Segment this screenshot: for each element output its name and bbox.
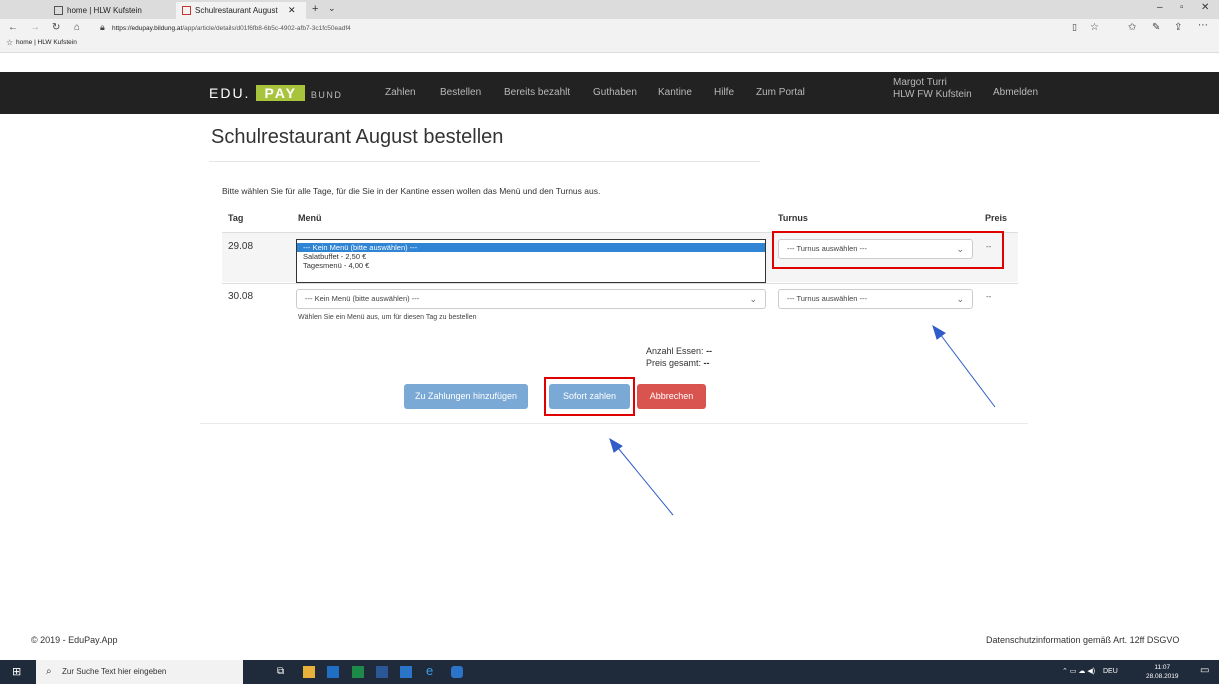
clock-date: 28.08.2019	[1146, 673, 1179, 680]
outlook-icon[interactable]	[327, 666, 339, 678]
clock[interactable]: 11:07 28.08.2019	[1146, 663, 1179, 681]
search-icon: ⌕	[46, 666, 52, 677]
taskbar-search[interactable]: ⌕ Zur Suche Text hier eingeben	[36, 660, 243, 684]
footer-copyright: © 2019 - EduPay.App	[31, 635, 118, 645]
excel-icon[interactable]	[352, 666, 364, 678]
task-view-icon[interactable]: ⧉	[277, 666, 289, 678]
word-icon[interactable]	[376, 666, 388, 678]
clock-time: 11:07	[1154, 664, 1171, 671]
edge-active-icon[interactable]	[400, 666, 412, 678]
arrow-head	[932, 324, 946, 340]
internet-explorer-icon[interactable]: e	[426, 663, 438, 678]
privacy-link[interactable]: Datenschutzinformation gemäß Art. 12ff D…	[986, 635, 1179, 645]
arrow-line	[936, 329, 996, 408]
system-tray[interactable]: ⌃ ▭ ☁ ◀) DEU	[1062, 660, 1118, 684]
arrow-line	[613, 442, 674, 516]
tray-icons: ⌃ ▭ ☁ ◀)	[1062, 668, 1096, 675]
notification-icon[interactable]: ▭	[1200, 665, 1209, 676]
windows-taskbar: ⊞ ⌕ Zur Suche Text hier eingeben ⧉ e ⌃ ▭…	[0, 660, 1219, 684]
search-placeholder: Zur Suche Text hier eingeben	[62, 667, 167, 676]
annotation-arrows	[609, 324, 996, 516]
file-explorer-icon[interactable]	[303, 666, 315, 678]
language-indicator[interactable]: DEU	[1103, 668, 1118, 675]
windows-start-icon[interactable]: ⊞	[12, 665, 21, 678]
teamviewer-icon[interactable]	[451, 666, 463, 678]
